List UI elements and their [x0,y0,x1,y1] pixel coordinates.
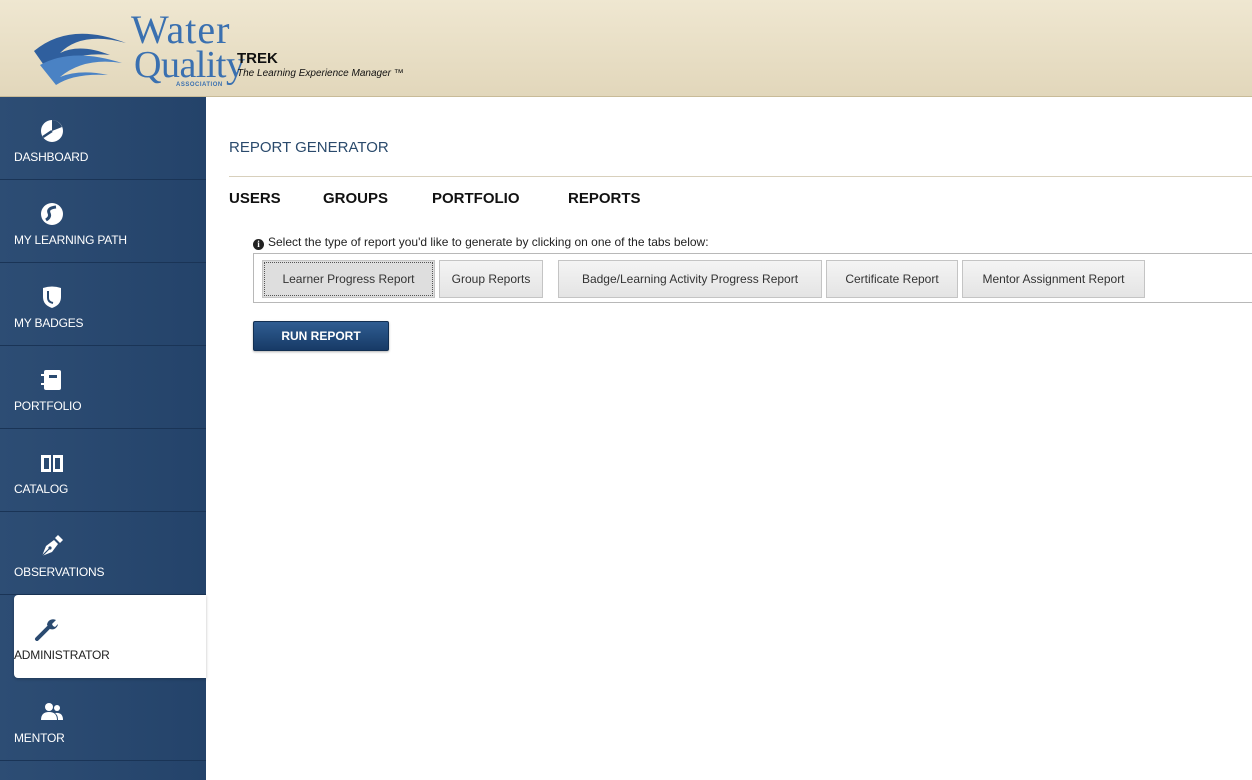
tab-reports[interactable]: REPORTS [568,190,641,207]
sidebar-item-administrator[interactable]: ADMINISTRATOR [14,595,206,678]
instruction-hint: i Select the type of report you'd like to… [253,235,709,250]
report-tab-badge-activity-progress[interactable]: Badge/Learning Activity Progress Report [558,260,822,298]
sidebar-item-observations[interactable]: OBSERVATIONS [0,512,206,595]
pie-chart-icon [41,120,63,142]
brand-association: ASSOCIATION [176,82,223,88]
sidebar-item-label: OBSERVATIONS [14,565,105,579]
run-report-button[interactable]: RUN REPORT [253,321,389,351]
open-book-icon [41,455,63,472]
sidebar-item-my-badges[interactable]: MY BADGES [0,263,206,346]
app-name: TREK [237,50,278,67]
badge-shield-icon [43,286,61,308]
page-title: REPORT GENERATOR [229,139,389,156]
sidebar-item-label: CATALOG [14,482,69,496]
report-tab-certificate[interactable]: Certificate Report [826,260,958,298]
app-header: Water Quality ASSOCIATION TREK The Learn… [0,0,1252,97]
sidebar-item-my-learning-path[interactable]: MY LEARNING PATH [0,180,206,263]
users-icon [41,703,63,720]
tab-portfolio[interactable]: PORTFOLIO [432,190,520,207]
sidebar-item-label: DASHBOARD [14,150,89,164]
sidebar-item-label: MENTOR [14,731,65,745]
sidebar-item-mentor[interactable]: MENTOR [0,678,206,761]
tab-groups[interactable]: GROUPS [323,190,388,207]
sidebar-item-catalog[interactable]: CATALOG [0,429,206,512]
wrench-icon [35,619,58,641]
wave-logo-icon [34,33,126,85]
report-type-tabs: Learner Progress Report Group Reports Ba… [253,253,1252,303]
info-icon: i [253,239,264,250]
sidebar-nav: DASHBOARD MY LEARNING PATH MY BADGES POR… [0,97,206,780]
report-tab-mentor-assignment[interactable]: Mentor Assignment Report [962,260,1145,298]
report-tab-learner-progress[interactable]: Learner Progress Report [262,260,435,298]
sidebar-item-portfolio[interactable]: PORTFOLIO [0,346,206,429]
sidebar-item-label: MY LEARNING PATH [14,233,127,247]
sidebar-item-label: PORTFOLIO [14,399,82,413]
sidebar-item-dashboard[interactable]: DASHBOARD [0,97,206,180]
notebook-icon [41,370,61,390]
report-tab-group-reports[interactable]: Group Reports [439,260,543,298]
app-tagline: The Learning Experience Manager ™ [237,68,404,79]
path-swirl-icon [41,203,63,225]
title-divider [229,176,1252,177]
sidebar-item-label: ADMINISTRATOR [14,648,110,662]
sidebar-item-label: MY BADGES [14,316,84,330]
hint-text: Select the type of report you'd like to … [268,235,709,249]
pen-nib-icon [41,535,63,557]
tab-users[interactable]: USERS [229,190,281,207]
brand-quality: Quality [134,44,245,86]
